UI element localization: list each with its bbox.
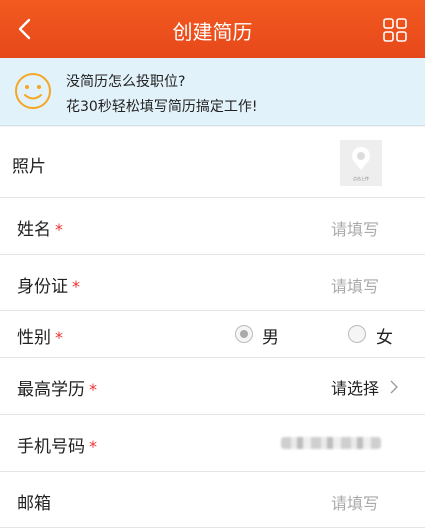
page-title: 创建简历: [172, 20, 253, 44]
education-label-text: 最高学历: [17, 380, 85, 400]
education-label: 最高学历 *: [17, 375, 97, 400]
required-mark: *: [89, 380, 97, 399]
tip-line-1: 没简历怎么投职位?: [66, 74, 186, 90]
required-mark: *: [55, 328, 63, 347]
tip-banner: 没简历怎么投职位? 花30秒轻松填写简历搞定工作!: [0, 58, 425, 126]
photo-row[interactable]: 照片 点击上传: [0, 127, 425, 198]
name-input[interactable]: 请填写: [331, 216, 379, 240]
gender-male-label[interactable]: 男: [262, 323, 279, 348]
smiley-icon: [15, 73, 51, 109]
required-mark: *: [55, 220, 63, 239]
name-row[interactable]: 姓名 * 请填写: [0, 198, 425, 255]
id-card-label-text: 身份证: [17, 277, 68, 297]
phone-row[interactable]: 手机号码 *: [0, 415, 425, 472]
gender-row: 性别 * 男 女: [0, 311, 425, 358]
chevron-right-icon: [390, 380, 398, 394]
gender-label: 性别 *: [17, 323, 63, 348]
grid-icon[interactable]: [383, 18, 407, 42]
photo-label: 照片: [12, 157, 46, 177]
education-row[interactable]: 最高学历 * 请选择: [0, 358, 425, 415]
email-input[interactable]: 请填写: [331, 490, 379, 514]
gender-label-text: 性别: [17, 328, 51, 348]
gender-female-label[interactable]: 女: [376, 323, 393, 348]
email-row[interactable]: 邮箱 请填写: [0, 472, 425, 528]
education-select[interactable]: 请选择: [331, 375, 379, 399]
app-header: 创建简历: [0, 0, 425, 58]
required-mark: *: [72, 277, 80, 296]
email-label: 邮箱: [17, 494, 51, 514]
name-label: 姓名 *: [17, 215, 63, 240]
required-mark: *: [89, 437, 97, 456]
tip-line-2: 花30秒轻松填写简历搞定工作!: [66, 99, 258, 115]
id-card-row[interactable]: 身份证 * 请填写: [0, 255, 425, 311]
id-card-input[interactable]: 请填写: [331, 273, 379, 297]
phone-input-obscured[interactable]: [281, 437, 381, 449]
photo-caption: 点击上传: [353, 176, 369, 181]
gender-female-radio[interactable]: [348, 325, 366, 343]
gender-male-radio[interactable]: [235, 325, 253, 343]
name-label-text: 姓名: [17, 220, 51, 240]
photo-upload-button[interactable]: 点击上传: [340, 140, 382, 186]
phone-label-text: 手机号码: [17, 437, 85, 457]
phone-label: 手机号码 *: [17, 432, 97, 457]
id-card-label: 身份证 *: [17, 272, 80, 297]
